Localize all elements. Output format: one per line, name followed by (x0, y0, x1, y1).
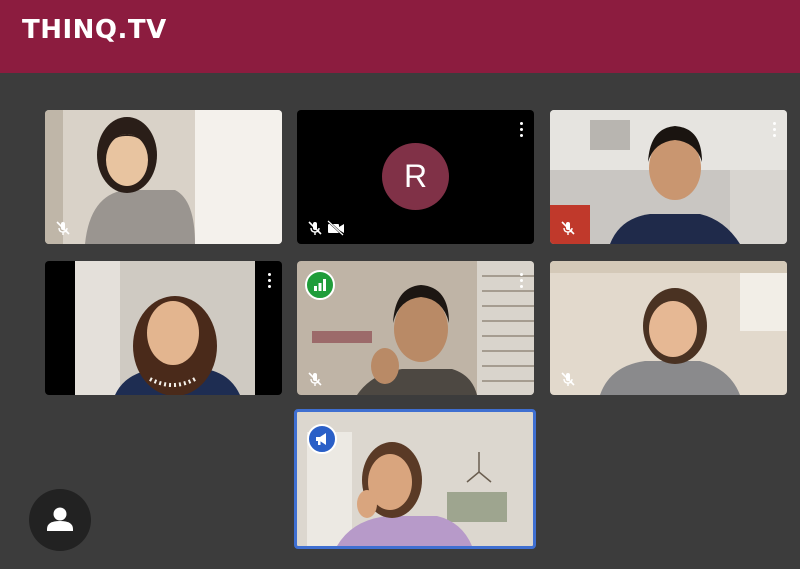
more-options-icon[interactable] (268, 273, 272, 289)
participant-avatar-initial: R (382, 143, 449, 210)
signal-icon (305, 270, 335, 300)
mic-muted-icon (561, 372, 575, 386)
more-options-icon[interactable] (520, 122, 524, 138)
camera-off-icon (327, 220, 344, 236)
profile-button[interactable] (29, 489, 91, 551)
person-icon (47, 507, 73, 531)
app-header: THINQ.TV (0, 0, 800, 73)
mic-muted-icon (561, 221, 575, 235)
participant-tile-4[interactable] (45, 261, 282, 395)
participant-video-1 (45, 110, 282, 244)
more-options-icon[interactable] (773, 122, 777, 138)
participant-tile-1[interactable] (45, 110, 282, 244)
megaphone-icon (307, 424, 337, 454)
participant-tile-7-active[interactable] (294, 409, 536, 549)
participant-tile-3[interactable] (550, 110, 787, 244)
participant-tile-6[interactable] (550, 261, 787, 395)
mic-muted-icon (308, 372, 322, 386)
mic-muted-icon (308, 221, 322, 235)
participant-tile-5[interactable] (297, 261, 534, 395)
participant-tile-2[interactable]: R (297, 110, 534, 244)
app-logo[interactable]: THINQ.TV (22, 15, 167, 45)
participant-video-4 (45, 261, 282, 395)
participant-video-6 (550, 261, 787, 395)
mic-muted-icon (56, 221, 70, 235)
more-options-icon[interactable] (520, 273, 524, 289)
participant-video-3 (550, 110, 787, 244)
